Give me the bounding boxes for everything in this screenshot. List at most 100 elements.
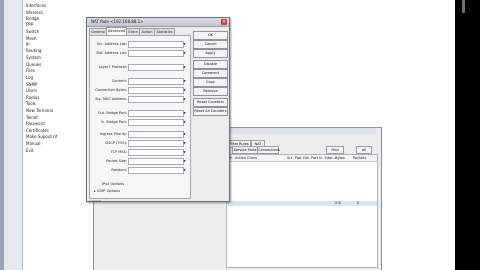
tab-extra[interactable]: Extra — [126, 28, 140, 35]
menu-item-queues[interactable]: Queues — [26, 62, 41, 67]
find-button[interactable]: Find — [326, 146, 344, 154]
content-input[interactable] — [128, 78, 184, 85]
chevron-down-icon[interactable]: ▼ — [182, 87, 187, 93]
content-field: Content: ▼ — [90, 78, 190, 85]
src-address-list-input[interactable] — [128, 41, 184, 48]
ingress-priority-input[interactable] — [128, 131, 184, 138]
cancel-button[interactable]: Cancel — [193, 40, 228, 49]
screen: Interfaces Wireless Bridge PPP Switch Me… — [0, 0, 455, 270]
menu-vertical-bar — [0, 0, 4, 270]
tab-advanced[interactable]: Advanced — [106, 27, 127, 35]
packet-size-input[interactable] — [128, 158, 184, 165]
connection-bytes-label: Connection Bytes: — [95, 88, 127, 92]
dst-address-list-label: Dst. Address List: — [96, 51, 127, 55]
dscp-field: DSCP (TOS): ▼ — [90, 140, 190, 147]
menu-item-exit[interactable]: Exit — [26, 148, 34, 153]
dst-address-list-input[interactable] — [128, 50, 184, 57]
col-dst-port[interactable]: Dst. Port — [303, 155, 318, 161]
out-bridge-port-field: Out. Bridge Port: ▼ — [90, 110, 190, 117]
remove-button[interactable]: Remove — [193, 87, 228, 96]
comment-button[interactable]: Comment — [193, 69, 228, 78]
all-select[interactable]: all — [356, 146, 372, 154]
menu-item-password[interactable]: Password — [26, 121, 45, 126]
packet-size-field: Packet Size: ▼ — [90, 158, 190, 165]
col-packets[interactable]: Packets — [353, 155, 366, 161]
menu-item-tools[interactable]: Tools — [26, 101, 36, 106]
tab-action[interactable]: Action — [139, 28, 155, 35]
menu-item-manual[interactable]: Manual — [26, 141, 41, 146]
menu-item-new-terminal[interactable]: New Terminal — [26, 108, 53, 113]
content-label: Content: — [111, 79, 127, 83]
layer7-protocol-input[interactable] — [128, 64, 184, 71]
reset-all-counters-button[interactable]: Reset All Counters — [193, 107, 228, 116]
chevron-down-icon[interactable]: ▼ — [182, 119, 187, 125]
chevron-down-icon[interactable]: ▼ — [182, 64, 187, 70]
chevron-down-icon[interactable]: ▼ — [182, 131, 187, 137]
table-row[interactable]: 0 B 0 — [227, 201, 377, 206]
menu-item-users[interactable]: Users — [26, 88, 37, 93]
tcp-mss-input[interactable] — [128, 149, 184, 156]
chevron-down-icon[interactable]: ▼ — [182, 167, 187, 173]
col-src-port[interactable]: Src. Port — [287, 155, 302, 161]
chevron-down-icon[interactable]: ▼ — [182, 158, 187, 164]
menu-item-mesh[interactable]: Mesh — [26, 36, 37, 41]
src-mac-address-input[interactable] — [128, 96, 184, 103]
reset-counters-button[interactable]: Reset Counters — [193, 98, 228, 107]
out-bridge-port-input[interactable] — [128, 110, 184, 117]
col-in-interface[interactable]: In. Inter... — [319, 155, 336, 161]
chevron-down-icon[interactable]: ▼ — [182, 96, 187, 102]
col-bytes[interactable]: Bytes — [335, 155, 345, 161]
tab-connections[interactable]: Connections — [257, 146, 280, 154]
src-address-list-label: Src. Address List: — [96, 42, 127, 46]
chevron-down-icon[interactable]: ▼ — [182, 78, 187, 84]
rules-table: # Action Chain Src. Port Dst. Port In. I… — [226, 154, 378, 268]
chevron-down-icon[interactable]: ▼ — [182, 149, 187, 155]
apply-button[interactable]: Apply — [193, 49, 228, 58]
menu-item-radius[interactable]: Radius — [26, 95, 39, 100]
menu-item-log[interactable]: Log — [26, 75, 33, 80]
menu-item-routing[interactable]: Routing — [26, 48, 41, 53]
tab-statistics[interactable]: Statistics — [154, 28, 175, 35]
chevron-down-icon[interactable]: ▼ — [182, 50, 187, 56]
src-mac-address-field: Src. MAC Address: ▼ — [90, 96, 190, 103]
menu-item-switch[interactable]: Switch — [26, 29, 39, 34]
connection-bytes-input[interactable] — [128, 87, 184, 94]
dscp-label: DSCP (TOS): — [105, 141, 127, 145]
menu-item-snmp[interactable]: SNMP — [26, 82, 37, 87]
menu-item-ip[interactable]: IP — [26, 42, 30, 47]
ok-button[interactable]: OK — [193, 31, 228, 40]
menu-item-files[interactable]: Files — [26, 68, 35, 73]
copy-button[interactable]: Copy — [193, 78, 228, 87]
dialog-titlebar[interactable]: NAT Rule <192.168.88.1> × — [87, 18, 229, 27]
menu-item-interfaces[interactable]: Interfaces — [26, 3, 46, 8]
chevron-down-icon[interactable]: ▼ — [182, 140, 187, 146]
menu-item-ppp[interactable]: PPP — [26, 22, 33, 27]
dst-address-list-field: Dst. Address List: ▼ — [90, 50, 190, 57]
menu-item-system[interactable]: System — [26, 55, 41, 60]
out-bridge-port-label: Out. Bridge Port: — [97, 111, 127, 115]
connection-bytes-field: Connection Bytes: ▼ — [90, 87, 190, 94]
disable-button[interactable]: Disable — [193, 60, 228, 69]
col-chain[interactable]: Chain — [247, 155, 257, 161]
tab-service-ports[interactable]: Service Ports — [232, 146, 258, 154]
menu-item-wireless[interactable]: Wireless — [26, 10, 43, 15]
dscp-input[interactable] — [128, 140, 184, 147]
menu-item-make-supout[interactable]: Make Supout.rif — [26, 134, 57, 139]
ingress-priority-field: Ingress Priority: ▼ — [90, 131, 190, 138]
in-bridge-port-input[interactable] — [128, 119, 184, 126]
menu-item-bridge[interactable]: Bridge — [26, 16, 39, 21]
layer7-protocol-field: Layer7 Protocol: ▼ — [90, 64, 190, 71]
random-label: Random: — [111, 168, 127, 172]
table-header: # Action Chain Src. Port Dst. Port In. I… — [227, 155, 377, 162]
menu-item-certificates[interactable]: Certificates — [26, 128, 49, 133]
random-input[interactable] — [128, 167, 184, 174]
close-icon[interactable]: × — [221, 19, 227, 25]
chevron-down-icon[interactable]: ▼ — [182, 110, 187, 116]
col-action[interactable]: Action — [235, 155, 246, 161]
chevron-down-icon[interactable]: ▼ — [182, 41, 187, 47]
ipv4-options-section[interactable]: IPv4 Options — [102, 181, 124, 187]
menu-item-telnet[interactable]: Telnet — [26, 115, 38, 120]
ingress-priority-label: Ingress Priority: — [99, 132, 127, 136]
icmp-options-section[interactable]: ▸ ICMP Options — [94, 188, 120, 194]
tab-general[interactable]: General — [89, 28, 107, 35]
